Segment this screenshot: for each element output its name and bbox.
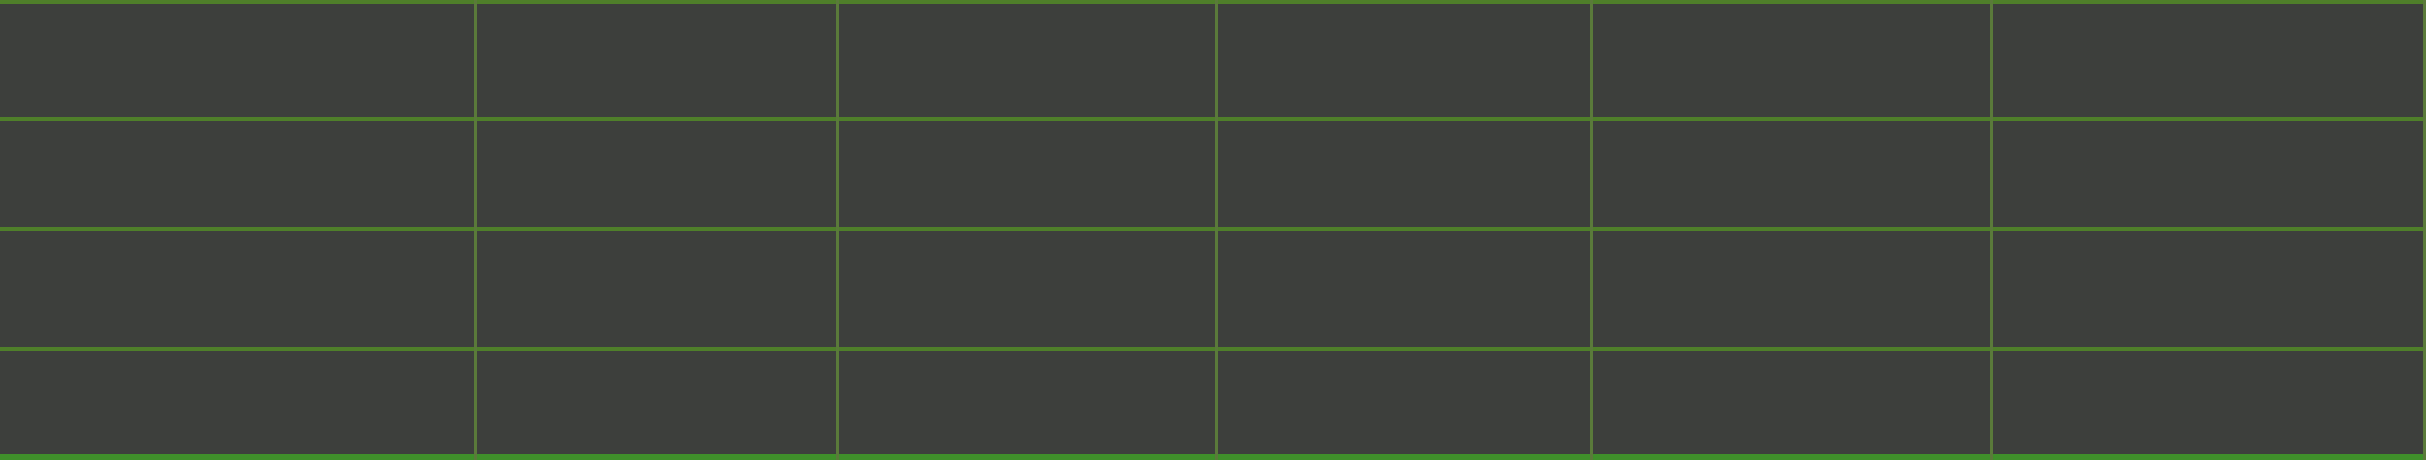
table-cell[interactable] xyxy=(839,121,1215,227)
table-cell[interactable] xyxy=(1218,231,1590,347)
table-cell[interactable] xyxy=(839,4,1215,117)
grid-line-bottom xyxy=(0,454,2426,460)
table-cell[interactable] xyxy=(477,121,836,227)
table-cell[interactable] xyxy=(1218,4,1590,117)
table-cell[interactable] xyxy=(1218,121,1590,227)
table-cell[interactable] xyxy=(839,351,1215,454)
table-cell[interactable] xyxy=(0,231,474,347)
table-cell[interactable] xyxy=(839,231,1215,347)
table-cell[interactable] xyxy=(0,121,474,227)
table-cell[interactable] xyxy=(1218,351,1590,454)
table-cell[interactable] xyxy=(1593,121,1990,227)
table-cell[interactable] xyxy=(477,231,836,347)
table-cell[interactable] xyxy=(1993,4,2423,117)
table-cell[interactable] xyxy=(1993,351,2423,454)
table-cell[interactable] xyxy=(0,351,474,454)
table-cell[interactable] xyxy=(1593,231,1990,347)
table-cell[interactable] xyxy=(477,4,836,117)
table-cell[interactable] xyxy=(1993,231,2423,347)
table-cell[interactable] xyxy=(0,4,474,117)
table-grid xyxy=(0,0,2426,460)
table-cell[interactable] xyxy=(1593,351,1990,454)
table-cell[interactable] xyxy=(1993,121,2423,227)
table-cell[interactable] xyxy=(477,351,836,454)
table-cell[interactable] xyxy=(1593,4,1990,117)
